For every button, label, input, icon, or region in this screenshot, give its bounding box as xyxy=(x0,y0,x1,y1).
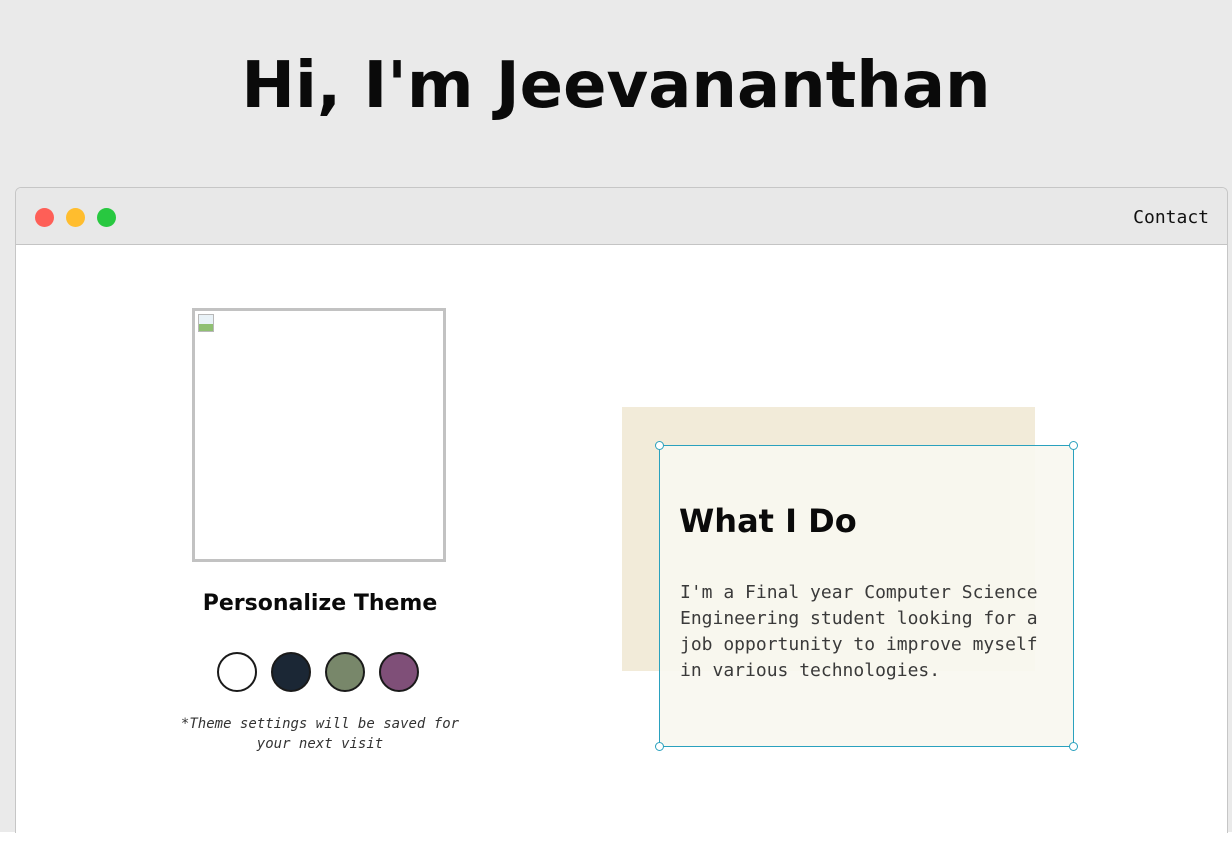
what-i-do-card: What I Do I'm a Final year Computer Scie… xyxy=(655,441,1078,751)
broken-image-icon xyxy=(198,314,214,332)
theme-swatch-light[interactable] xyxy=(217,652,257,692)
theme-note: *Theme settings will be saved for your n… xyxy=(180,716,460,752)
resize-handle-top-right[interactable] xyxy=(1069,441,1078,450)
theme-swatches xyxy=(217,652,427,694)
card-description: I'm a Final year Computer Science Engine… xyxy=(680,582,1038,681)
window-titlebar: Contact xyxy=(16,188,1227,245)
minimize-dot-icon[interactable] xyxy=(66,208,85,227)
hero-title: Hi, I'm Jeevananthan xyxy=(241,49,991,123)
profile-image xyxy=(192,308,446,562)
maximize-dot-icon[interactable] xyxy=(97,208,116,227)
close-dot-icon[interactable] xyxy=(35,208,54,227)
resize-handle-bottom-left[interactable] xyxy=(655,742,664,751)
theme-heading: Personalize Theme xyxy=(202,591,438,616)
nav-contact-link[interactable]: Contact xyxy=(1133,206,1209,230)
resize-handle-top-left[interactable] xyxy=(655,441,664,450)
card-title: What I Do xyxy=(679,502,857,540)
theme-swatch-dark[interactable] xyxy=(271,652,311,692)
theme-swatch-green[interactable] xyxy=(325,652,365,692)
browser-window: Contact Personalize Theme *Theme setting… xyxy=(15,187,1228,833)
resize-handle-bottom-right[interactable] xyxy=(1069,742,1078,751)
theme-swatch-purple[interactable] xyxy=(379,652,419,692)
